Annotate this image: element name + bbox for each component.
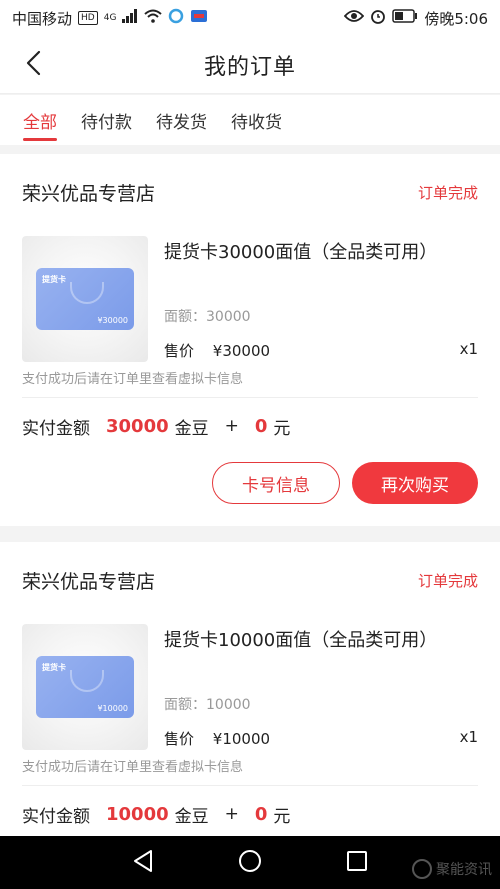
system-home-button[interactable] — [236, 849, 264, 877]
order-tabs: 全部 待付款 待发货 待收货 — [0, 95, 500, 145]
order-header: 荣兴优品专营店 订单完成 — [22, 154, 478, 230]
quantity: x1 — [459, 728, 478, 746]
price-label: 售价 — [164, 342, 195, 360]
card-image-value: ¥10000 — [97, 704, 128, 713]
beans-unit: 金豆 — [174, 806, 209, 827]
carrier-label: 中国移动 — [12, 9, 73, 28]
paid-amount-row: 实付金额 10000 金豆 + 0 元 — [22, 786, 478, 842]
order-card: 荣兴优品专营店 订单完成 提货卡 ¥30000 提货卡30000面值（全品类可用… — [0, 154, 500, 526]
battery-icon — [392, 9, 418, 27]
alarm-icon — [370, 8, 386, 28]
status-right: 傍晚5:06 — [344, 8, 488, 29]
order-note: 支付成功后请在订单里查看虚拟卡信息 — [22, 358, 478, 398]
price-value: ¥30000 — [212, 342, 271, 360]
product-name: 提货卡10000面值（全品类可用） — [164, 630, 438, 651]
product-row[interactable]: 提货卡 ¥30000 提货卡30000面值（全品类可用） 面额：30000 售价… — [22, 230, 478, 362]
quantity: x1 — [459, 340, 478, 358]
watermark-logo-icon — [412, 859, 432, 879]
plus-sign: + — [224, 416, 239, 436]
store-name[interactable]: 荣兴优品专营店 — [22, 567, 155, 594]
product-price-row: 售价 ¥10000 x1 — [164, 728, 478, 749]
clock-label: 傍晚5:06 — [424, 9, 488, 28]
plus-sign: + — [224, 804, 239, 824]
card-image-value: ¥30000 — [97, 316, 128, 325]
eye-icon — [344, 9, 365, 27]
watermark-text: 聚能资讯 — [436, 862, 492, 878]
store-name[interactable]: 荣兴优品专营店 — [22, 179, 155, 206]
order-note: 支付成功后请在订单里查看虚拟卡信息 — [22, 746, 478, 786]
product-price-row: 售价 ¥30000 x1 — [164, 340, 478, 361]
card-info-button[interactable]: 卡号信息 — [212, 462, 340, 504]
watermark: 聚能资讯 — [412, 859, 492, 879]
product-name: 提货卡30000面值（全品类可用） — [164, 242, 438, 263]
rebuy-button[interactable]: 再次购买 — [352, 462, 478, 504]
card-image-decoration — [70, 670, 104, 692]
tab-pending-payment[interactable]: 待付款 — [81, 95, 132, 145]
order-header: 荣兴优品专营店 订单完成 — [22, 542, 478, 618]
system-nav-bar: 聚能资讯 — [0, 836, 500, 889]
product-row[interactable]: 提货卡 ¥10000 提货卡10000面值（全品类可用） 面额：10000 售价… — [22, 618, 478, 750]
paid-amount-row: 实付金额 30000 金豆 + 0 元 — [22, 398, 478, 454]
card-image-title: 提货卡 — [42, 275, 66, 284]
network-label: 4G — [103, 13, 117, 23]
paid-cash: 0 — [254, 803, 268, 825]
system-recents-button[interactable] — [343, 849, 371, 877]
square-recents-icon — [346, 850, 368, 876]
paid-beans: 30000 — [106, 415, 169, 437]
product-info: 提货卡30000面值（全品类可用） 面额：30000 售价 ¥30000 x1 — [148, 236, 478, 361]
app-badge-icon — [190, 8, 208, 28]
tab-pending-receipt[interactable]: 待收货 — [231, 95, 282, 145]
status-bar: 中国移动 HD 4G 傍晚5:06 — [0, 0, 500, 36]
system-back-button[interactable] — [129, 849, 157, 877]
product-denomination: 面额：10000 — [164, 697, 251, 713]
order-status: 订单完成 — [417, 571, 478, 590]
hd-badge: HD — [78, 11, 98, 25]
paid-label: 实付金额 — [22, 418, 90, 439]
back-button[interactable] — [18, 50, 48, 80]
price-label: 售价 — [164, 730, 195, 748]
price-value: ¥10000 — [212, 730, 271, 748]
gift-card-image: 提货卡 ¥30000 — [36, 268, 134, 330]
nav-bar: 我的订单 — [0, 36, 500, 94]
card-image-decoration — [70, 282, 104, 304]
order-list: 荣兴优品专营店 订单完成 提货卡 ¥30000 提货卡30000面值（全品类可用… — [0, 154, 500, 858]
cash-unit: 元 — [273, 806, 291, 827]
product-thumbnail[interactable]: 提货卡 ¥10000 — [22, 624, 148, 750]
cash-unit: 元 — [273, 418, 291, 439]
app-notification-icon — [168, 8, 184, 28]
circle-home-icon — [238, 849, 262, 877]
gift-card-image: 提货卡 ¥10000 — [36, 656, 134, 718]
chevron-left-icon — [25, 50, 41, 80]
status-left: 中国移动 HD 4G — [12, 8, 208, 29]
order-actions: 卡号信息 再次购买 — [22, 454, 478, 526]
tab-pending-shipment[interactable]: 待发货 — [156, 95, 207, 145]
order-card: 荣兴优品专营店 订单完成 提货卡 ¥10000 提货卡10000面值（全品类可用… — [0, 542, 500, 842]
paid-label: 实付金额 — [22, 806, 90, 827]
tab-all[interactable]: 全部 — [23, 95, 57, 145]
order-status: 订单完成 — [417, 183, 478, 202]
product-denomination: 面额：30000 — [164, 309, 251, 325]
product-thumbnail[interactable]: 提货卡 ¥30000 — [22, 236, 148, 362]
product-info: 提货卡10000面值（全品类可用） 面额：10000 售价 ¥10000 x1 — [148, 624, 478, 749]
triangle-back-icon — [132, 849, 154, 877]
signal-icon — [122, 9, 138, 27]
paid-cash: 0 — [254, 415, 268, 437]
page-title: 我的订单 — [203, 54, 296, 80]
paid-beans: 10000 — [106, 803, 169, 825]
card-image-title: 提货卡 — [42, 663, 66, 672]
beans-unit: 金豆 — [174, 418, 209, 439]
wifi-icon — [144, 9, 163, 27]
